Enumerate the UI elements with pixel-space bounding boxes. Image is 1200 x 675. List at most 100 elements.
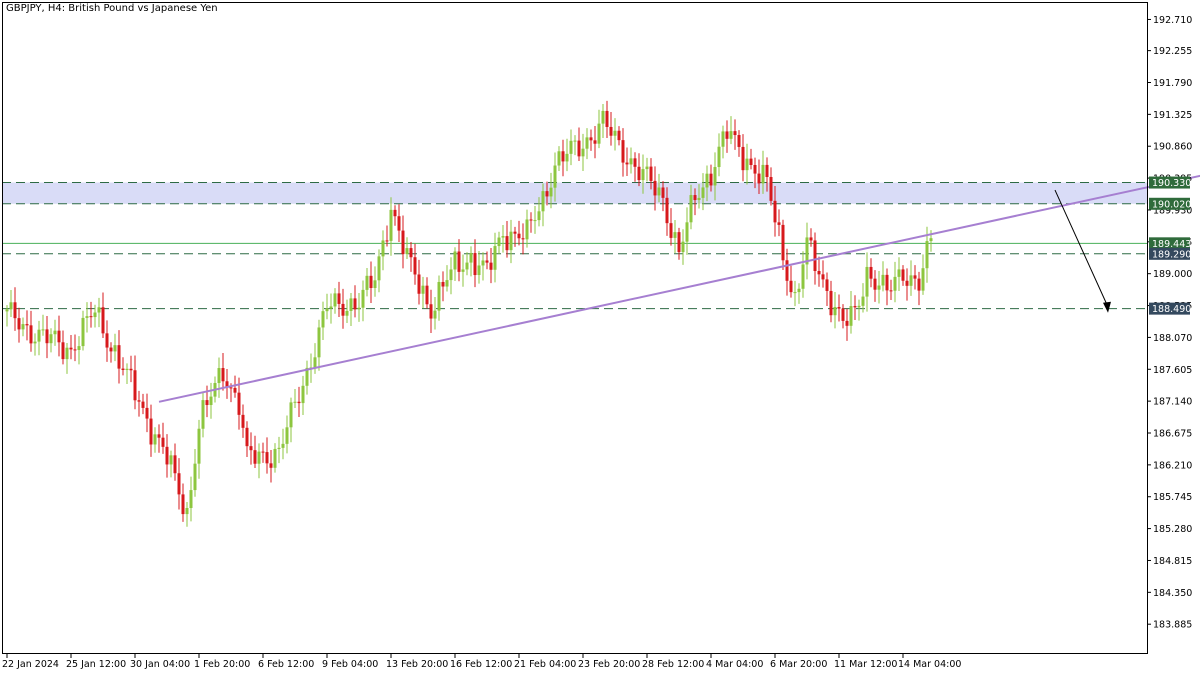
candle-body [921,268,925,291]
candle [873,270,877,302]
candle-body [457,251,461,272]
candle [13,287,17,331]
candle [669,208,673,246]
candle [233,375,237,398]
candle [441,271,445,302]
candle [281,428,285,460]
candle [577,127,581,161]
candle [889,279,893,301]
candle [593,126,597,159]
candle [781,219,785,271]
candle-body [133,370,137,401]
candle [913,265,917,290]
candle-body [53,330,57,335]
candle-body [525,219,529,240]
candle [837,294,841,322]
candle [489,247,493,284]
candle [829,280,833,323]
candle [533,206,537,234]
candle [865,252,869,312]
candle-body [389,209,393,241]
candle [317,319,321,371]
candle [217,357,221,398]
candle-body [217,368,221,384]
candle-body [29,325,33,344]
candle-body [705,173,709,188]
candle-body [685,222,689,242]
candle-body [153,434,157,445]
y-tick-label: 184.815 [1153,556,1192,567]
candle [293,389,297,409]
candle [413,243,417,285]
candle [189,476,193,522]
candle-body [49,334,53,344]
candle-body [793,292,797,294]
x-tick-label: 25 Jan 12:00 [66,659,126,670]
candle [353,285,357,318]
y-tick-label: 191.790 [1153,78,1192,89]
candle [857,299,861,321]
candle-body [653,180,657,196]
candle-body [753,164,757,174]
candle [221,353,225,391]
candle [841,304,845,329]
candle-body [765,164,769,178]
candle-body [629,158,633,165]
candle [877,270,881,304]
candle [597,109,601,149]
candle-body [141,401,145,408]
candle-body [361,289,365,308]
candle-body [45,329,49,344]
candle-body [697,197,701,201]
candle-body [9,302,13,310]
candle-body [25,324,29,326]
candle [461,254,465,287]
candle [149,404,153,457]
candle [261,442,265,463]
x-tick-label: 14 Mar 04:00 [898,659,961,670]
y-tick-label: 191.325 [1153,110,1192,121]
candle-body [501,236,505,238]
y-tick-label: 189.000 [1153,269,1192,280]
candle [573,135,577,156]
candle-body [381,240,385,257]
candle-body [197,428,201,464]
candle-body [121,368,125,370]
candle [289,397,293,443]
candle-body [641,169,645,181]
x-tick-label: 30 Jan 04:00 [130,659,190,670]
candle-body [57,330,61,343]
candle-body [317,327,321,358]
candle [617,126,621,146]
candle [181,483,185,522]
candle [421,276,425,309]
candle [509,219,513,264]
candle-body [353,298,357,310]
candle [625,147,629,177]
candle-body [761,164,765,184]
candle-body [497,237,501,247]
candle [297,386,301,417]
candle-body [109,347,113,352]
candle-body [169,455,173,465]
candle-body [677,232,681,253]
candle-body [517,233,521,239]
candle [861,283,865,313]
candle [377,249,381,293]
candle-body [849,306,853,326]
resistance-zone [2,182,1147,204]
candle-body [185,507,189,515]
candle-body [545,191,549,197]
candle [329,293,333,324]
candle [909,260,913,296]
candle-body [797,288,801,293]
candle [869,258,873,288]
candle [161,422,165,454]
candle-body [249,446,253,451]
y-tick-label: 187.605 [1153,365,1192,376]
candle [305,360,309,395]
candle-body [605,110,609,127]
candle-body [289,402,293,428]
price-chart[interactable]: 192.710 192.255 191.790 191.325 190.860 190.3… [0,0,1200,675]
candle [193,449,197,497]
